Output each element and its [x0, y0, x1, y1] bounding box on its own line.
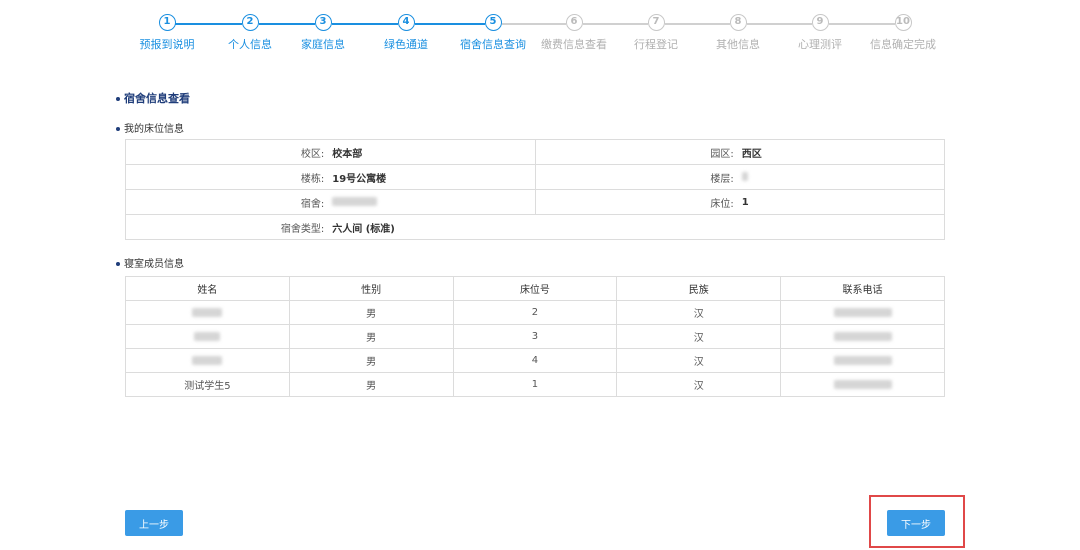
step-label: 行程登记 — [634, 38, 678, 51]
progress-stepper: 1 预报到说明 2 个人信息 3 家庭信息 4 绿色通道 5 宿舍信息查询 6 … — [0, 14, 1080, 64]
next-step-button[interactable]: 下一步 — [887, 510, 945, 536]
redacted-value — [332, 197, 378, 206]
building-value: 19号公寓楼 — [330, 164, 536, 190]
step-label: 家庭信息 — [301, 38, 345, 51]
member-bed: 3 — [452, 324, 618, 349]
member-gender: 男 — [288, 324, 454, 349]
step-label: 缴费信息查看 — [541, 38, 607, 51]
column-header: 联系电话 — [780, 276, 945, 301]
step-9[interactable]: 9 心理测评 — [775, 14, 865, 52]
step-1[interactable]: 1 预报到说明 — [122, 14, 212, 52]
step-number: 5 — [484, 14, 502, 31]
step-number: 2 — [241, 14, 259, 31]
prev-step-button[interactable]: 上一步 — [125, 510, 183, 536]
member-ethnicity: 汉 — [616, 300, 782, 325]
step-8[interactable]: 8 其他信息 — [693, 14, 783, 52]
table-row: 男 4 汉 — [125, 348, 945, 373]
table-row: 校区: 校本部 园区: 西区 — [125, 139, 945, 165]
redacted-value — [192, 307, 223, 317]
campus-value: 校本部 — [330, 139, 536, 165]
member-phone — [780, 372, 945, 397]
step-number: 9 — [811, 14, 829, 31]
members-title: 寝室成员信息 — [116, 255, 184, 270]
room-type-value: 六人间 (标准) — [330, 214, 946, 240]
step-label: 信息确定完成 — [870, 38, 936, 51]
table-row: 测试学生5 男 1 汉 — [125, 372, 945, 397]
table-row: 楼栋: 19号公寓楼 楼层: — [125, 164, 945, 190]
member-bed: 4 — [452, 348, 618, 373]
floor-value — [739, 164, 945, 190]
member-ethnicity: 汉 — [616, 372, 782, 397]
step-10[interactable]: 10 信息确定完成 — [858, 14, 948, 52]
step-number: 7 — [647, 14, 665, 31]
bed-info-title: 我的床位信息 — [116, 120, 184, 135]
redacted-value — [833, 379, 892, 389]
column-header: 床位号 — [452, 276, 618, 301]
member-bed: 2 — [452, 300, 618, 325]
zone-label: 园区: — [534, 139, 740, 165]
member-name: 测试学生5 — [125, 372, 290, 397]
redacted-value — [741, 172, 748, 181]
bed-label: 床位: — [534, 189, 740, 215]
member-phone — [780, 348, 945, 373]
step-label: 心理测评 — [798, 38, 842, 51]
bullet-icon — [116, 127, 120, 131]
member-phone — [780, 324, 945, 349]
step-number: 3 — [314, 14, 332, 31]
bed-info-title-text: 我的床位信息 — [124, 124, 184, 135]
redacted-value — [192, 355, 223, 365]
bullet-icon — [116, 97, 120, 101]
step-label: 其他信息 — [716, 38, 760, 51]
step-number: 8 — [729, 14, 747, 31]
member-phone — [780, 300, 945, 325]
column-header: 民族 — [616, 276, 782, 301]
members-table: 姓名 性别 床位号 民族 联系电话 男 2 汉 男 3 汉 男 4 汉 测试学生… — [125, 276, 945, 397]
step-number: 10 — [894, 14, 912, 31]
step-number: 4 — [397, 14, 415, 31]
table-row: 男 2 汉 — [125, 300, 945, 325]
member-bed: 1 — [452, 372, 618, 397]
room-type-label: 宿舍类型: — [125, 214, 331, 240]
step-6[interactable]: 6 缴费信息查看 — [529, 14, 619, 52]
step-3[interactable]: 3 家庭信息 — [278, 14, 368, 52]
bullet-icon — [116, 262, 120, 266]
members-title-text: 寝室成员信息 — [124, 259, 184, 270]
step-label: 绿色通道 — [384, 38, 428, 51]
step-5[interactable]: 5 宿舍信息查询 — [448, 14, 538, 52]
redacted-value — [833, 355, 892, 365]
floor-label: 楼层: — [534, 164, 740, 190]
member-gender: 男 — [288, 372, 454, 397]
member-name — [125, 324, 290, 349]
member-ethnicity: 汉 — [616, 324, 782, 349]
member-name — [125, 300, 290, 325]
bed-info-grid: 校区: 校本部 园区: 西区 楼栋: 19号公寓楼 楼层: 宿舍: 床位: 1 … — [125, 139, 946, 240]
column-header: 姓名 — [125, 276, 290, 301]
member-ethnicity: 汉 — [616, 348, 782, 373]
member-name — [125, 348, 290, 373]
member-gender: 男 — [288, 300, 454, 325]
step-label: 宿舍信息查询 — [460, 38, 526, 51]
table-row: 宿舍: 床位: 1 — [125, 189, 945, 215]
section-title-text: 宿舍信息查看 — [124, 92, 190, 105]
zone-value: 西区 — [739, 139, 945, 165]
step-4[interactable]: 4 绿色通道 — [361, 14, 451, 52]
room-label: 宿舍: — [125, 189, 331, 215]
bed-value: 1 — [739, 189, 945, 215]
step-number: 6 — [565, 14, 583, 31]
table-row: 宿舍类型: 六人间 (标准) — [125, 214, 946, 240]
member-gender: 男 — [288, 348, 454, 373]
redacted-value — [833, 331, 892, 341]
step-7[interactable]: 7 行程登记 — [611, 14, 701, 52]
step-label: 预报到说明 — [139, 38, 195, 51]
room-value — [330, 189, 536, 215]
column-header: 性别 — [288, 276, 454, 301]
table-row: 男 3 汉 — [125, 324, 945, 349]
redacted-value — [194, 331, 221, 341]
building-label: 楼栋: — [125, 164, 331, 190]
redacted-value — [833, 307, 892, 317]
campus-label: 校区: — [125, 139, 331, 165]
section-title: 宿舍信息查看 — [116, 90, 190, 106]
table-header-row: 姓名 性别 床位号 民族 联系电话 — [125, 276, 945, 301]
step-number: 1 — [158, 14, 176, 31]
